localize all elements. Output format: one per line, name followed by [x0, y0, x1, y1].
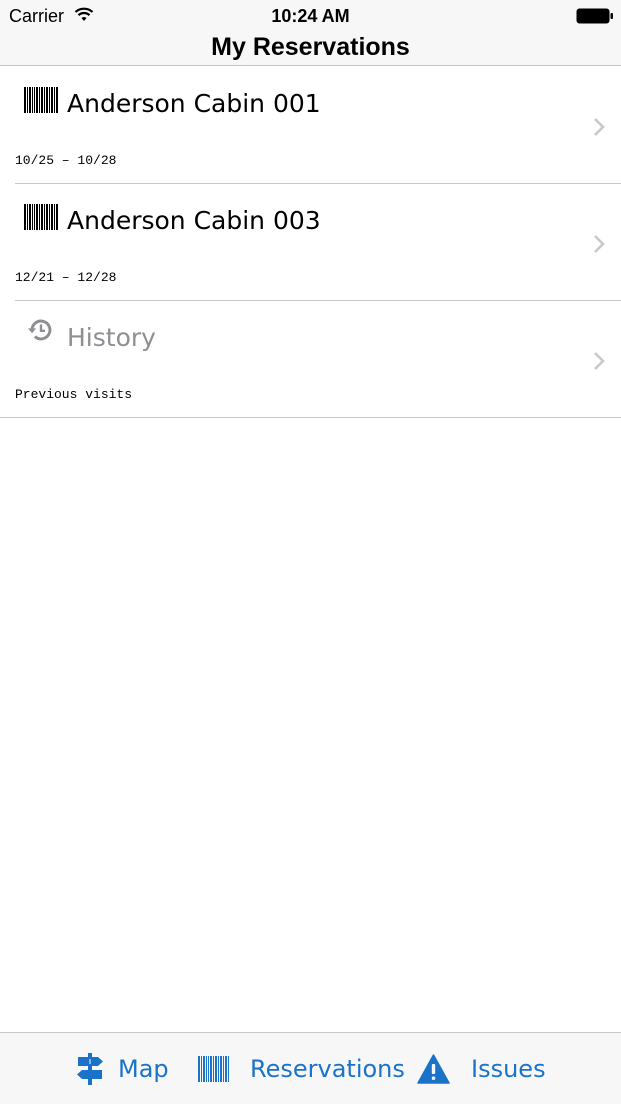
reservation-dates: 12/21 – 12/28	[15, 270, 117, 285]
reservation-row[interactable]: Anderson Cabin 003 12/21 – 12/28	[0, 184, 621, 301]
tab-map[interactable]: Map	[76, 1033, 169, 1104]
barcode-icon	[198, 1056, 229, 1082]
tab-reservations[interactable]: Reservations	[198, 1033, 405, 1104]
tab-issues[interactable]: Issues	[417, 1033, 546, 1104]
history-title: History	[67, 323, 156, 352]
clock: 10:24 AM	[271, 6, 350, 26]
chevron-right-icon	[594, 352, 605, 370]
chevron-right-icon	[594, 235, 605, 253]
battery-icon	[576, 8, 613, 24]
history-subtitle: Previous visits	[15, 387, 133, 402]
history-row[interactable]: History Previous visits	[0, 301, 621, 418]
page-title: My Reservations	[211, 33, 410, 61]
status-bar: Carrier 10:24 AM	[0, 0, 621, 32]
chevron-right-icon	[594, 118, 605, 136]
app-screen: Carrier 10:24 AM My Reservations Anderso…	[0, 0, 621, 1104]
reservation-row[interactable]: Anderson Cabin 001 10/25 – 10/28	[0, 67, 621, 184]
reservation-title: Anderson Cabin 003	[67, 206, 321, 235]
tab-reservations-label: Reservations	[250, 1055, 405, 1083]
signpost-icon	[77, 1053, 103, 1085]
history-icon	[28, 319, 52, 341]
row-separator	[0, 417, 621, 418]
reservation-title: Anderson Cabin 001	[67, 89, 321, 118]
barcode-icon	[24, 87, 58, 113]
tab-map-label: Map	[118, 1055, 169, 1083]
reservation-list: Anderson Cabin 001 10/25 – 10/28 Anderso…	[0, 67, 621, 418]
warning-icon	[417, 1054, 450, 1084]
tab-issues-label: Issues	[471, 1055, 546, 1083]
reservation-dates: 10/25 – 10/28	[15, 153, 117, 168]
top-bar: Carrier 10:24 AM My Reservations	[0, 0, 621, 66]
tab-bar: Map Reservations Issues	[0, 1032, 621, 1104]
barcode-icon	[24, 204, 58, 230]
